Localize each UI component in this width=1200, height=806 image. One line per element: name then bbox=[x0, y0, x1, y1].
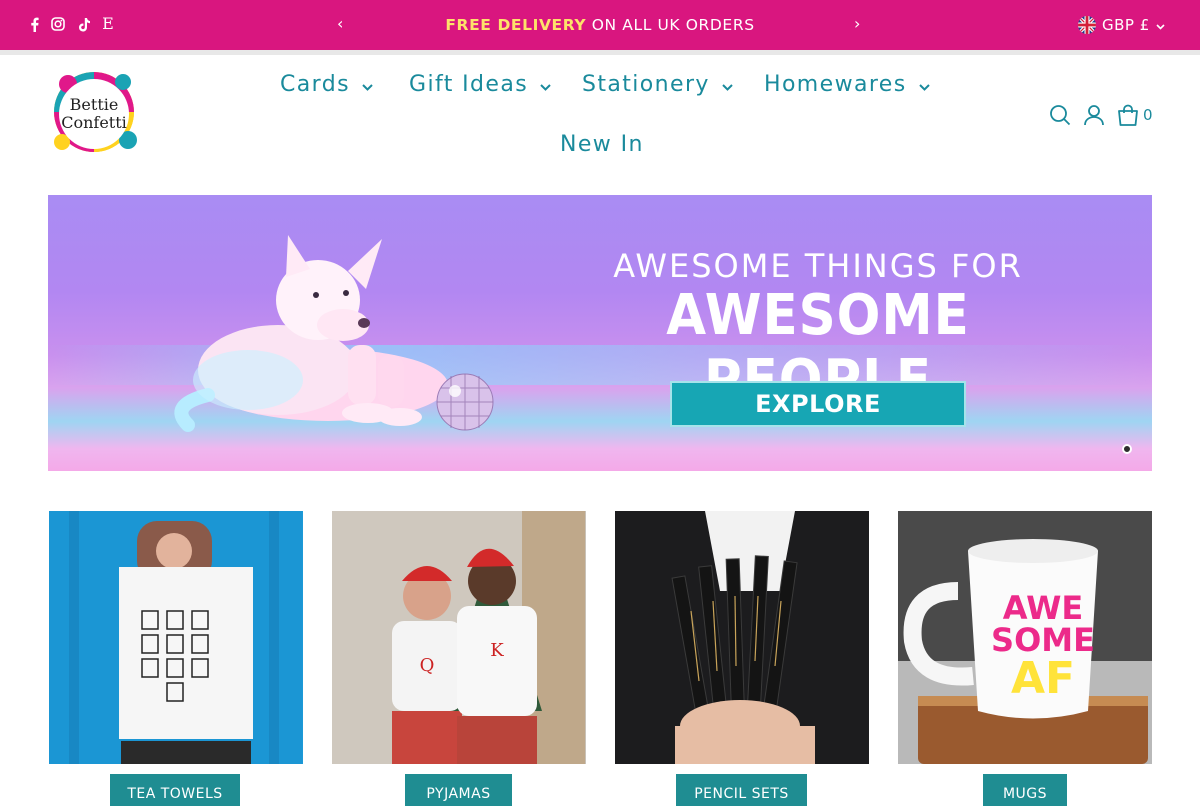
nav-item-homewares[interactable]: Homewares bbox=[764, 71, 930, 99]
account-icon[interactable] bbox=[1083, 104, 1105, 126]
tiktok-icon[interactable] bbox=[76, 15, 92, 33]
logo-text-line2: Confetti bbox=[61, 113, 127, 132]
facebook-icon[interactable] bbox=[26, 15, 42, 33]
brand-logo[interactable]: Bettie Confetti bbox=[48, 64, 140, 160]
chevron-down-icon bbox=[540, 71, 551, 99]
product-image-pencil-sets[interactable] bbox=[615, 511, 869, 764]
category-button-pencil-sets[interactable]: PENCIL SETS bbox=[676, 774, 807, 806]
instagram-icon[interactable] bbox=[50, 15, 66, 33]
mug-text-af: AF bbox=[1011, 653, 1075, 704]
nav-item-gift-ideas[interactable]: Gift Ideas bbox=[409, 71, 551, 99]
currency-selector[interactable]: GBP £ bbox=[1078, 15, 1165, 35]
nav-item-stationery[interactable]: Stationery bbox=[582, 71, 733, 99]
chevron-down-icon bbox=[1156, 16, 1165, 34]
logo-text-line1: Bettie bbox=[70, 95, 119, 114]
nav-item-label: Homewares bbox=[764, 72, 907, 97]
currency-label: GBP £ bbox=[1102, 16, 1150, 34]
announcement-next-arrow[interactable]: › bbox=[854, 14, 860, 34]
shopping-bag-icon[interactable] bbox=[1117, 104, 1139, 126]
product-image-mugs[interactable]: AWE SOME AF bbox=[898, 511, 1152, 764]
announcement-prev-arrow[interactable]: ‹ bbox=[337, 14, 343, 34]
announcement-rest: ON ALL UK ORDERS bbox=[586, 16, 755, 34]
hero-headline-small: AWESOME THINGS FOR bbox=[613, 247, 1023, 285]
nav-item-label: Stationery bbox=[582, 72, 710, 97]
nav-item-label: New In bbox=[560, 132, 644, 157]
nav-item-label: Cards bbox=[280, 72, 350, 97]
nav-item-cards[interactable]: Cards bbox=[280, 71, 373, 99]
slideshow-dot[interactable] bbox=[1122, 444, 1132, 454]
nav-item-label: Gift Ideas bbox=[409, 72, 529, 97]
cart-count[interactable]: 0 bbox=[1143, 105, 1153, 125]
pyjama-q-letter: Q bbox=[420, 655, 435, 676]
category-button-tea-towels[interactable]: TEA TOWELS bbox=[110, 774, 240, 806]
uk-flag-icon bbox=[1078, 16, 1096, 34]
product-image-pyjamas[interactable]: Q K bbox=[332, 511, 586, 764]
announcement-text[interactable]: FREE DELIVERY ON ALL UK ORDERS bbox=[380, 14, 820, 36]
chevron-down-icon bbox=[722, 71, 733, 99]
hero-banner[interactable]: AWESOME THINGS FOR AWESOME PEOPLE EXPLOR… bbox=[48, 195, 1152, 471]
chevron-down-icon bbox=[362, 71, 373, 99]
product-image-tea-towels[interactable] bbox=[49, 511, 303, 764]
announcement-bar: E ‹ FREE DELIVERY ON ALL UK ORDERS › GBP… bbox=[0, 0, 1200, 50]
search-icon[interactable] bbox=[1049, 104, 1071, 126]
topbar-divider bbox=[0, 50, 1200, 55]
category-button-pyjamas[interactable]: PYJAMAS bbox=[405, 774, 512, 806]
explore-button[interactable]: EXPLORE bbox=[670, 381, 966, 427]
etsy-icon[interactable]: E bbox=[100, 15, 116, 33]
nav-item-new-in[interactable]: New In bbox=[560, 131, 644, 159]
category-button-mugs[interactable]: MUGS bbox=[983, 774, 1067, 806]
pyjama-k-letter: K bbox=[490, 640, 504, 661]
chevron-down-icon bbox=[918, 71, 930, 99]
announcement-strong: FREE DELIVERY bbox=[445, 16, 587, 34]
